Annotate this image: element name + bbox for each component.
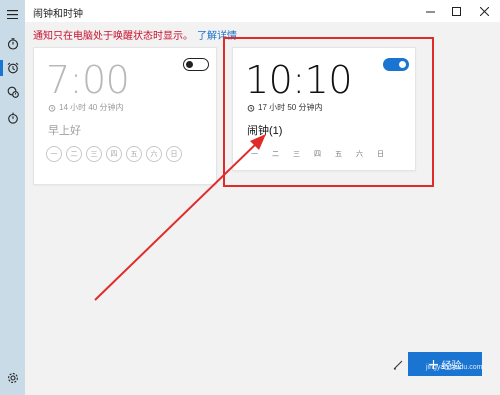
edit-icon (393, 360, 402, 370)
maximize-icon (451, 6, 461, 16)
day-wed: 三 (86, 146, 102, 162)
day-thu: 四 (314, 151, 321, 158)
world-clock-icon (7, 86, 19, 98)
day-tue: 二 (66, 146, 82, 162)
alarm-icon (7, 62, 18, 74)
learn-more-link[interactable]: 了解详情 (197, 31, 237, 42)
alarm-time: 10:10 (245, 58, 353, 102)
minimize-icon (425, 11, 435, 12)
alarm-page: 通知只在电脑处于唤醒状态时显示。 了解详情 7:00 14 小时 40 分钟内 早… (25, 22, 500, 395)
alarm-icon (48, 104, 56, 112)
alarm-days: 一 二 三 四 五 六 日 (248, 146, 387, 162)
day-mon: 一 (251, 151, 258, 158)
alarm-icon (247, 104, 255, 112)
wake-notice: 通知只在电脑处于唤醒状态时显示。 了解详情 (33, 27, 237, 42)
alarm-days: 一 二 三 四 五 六 日 (46, 146, 182, 162)
close-icon (479, 6, 489, 16)
day-sat: 六 (356, 151, 363, 158)
sidebar-item-stopwatch[interactable] (0, 106, 25, 130)
hamburger-icon (7, 9, 18, 19)
sidebar-item-alarm[interactable] (0, 56, 25, 80)
alarm-name: 早上好 (48, 125, 81, 137)
select-alarms-button[interactable] (388, 352, 408, 376)
sidebar-item-timer[interactable] (0, 32, 25, 56)
day-tue: 二 (272, 151, 279, 158)
day-wed: 三 (293, 151, 300, 158)
alarm-remaining-text: 14 小时 40 分钟内 (59, 103, 124, 112)
day-fri: 五 (126, 146, 142, 162)
alarm-toggle[interactable] (183, 58, 209, 71)
alarm-toggle[interactable] (383, 58, 409, 71)
app-title: 闹钟和时钟 (33, 9, 83, 20)
settings-icon (7, 373, 18, 383)
day-mon: 一 (46, 146, 62, 162)
timer-icon (7, 38, 18, 50)
wake-notice-text: 通知只在电脑处于唤醒状态时显示。 (33, 31, 193, 42)
alarm-card[interactable]: 10:10 17 小时 50 分钟内 闹钟(1) 一 二 三 四 五 六 日 (232, 47, 416, 171)
day-sat: 六 (146, 146, 162, 162)
navigation-sidebar (0, 0, 25, 395)
sidebar-item-world-clock[interactable] (0, 80, 25, 104)
alarm-time: 7:00 (46, 58, 130, 102)
maximize-button[interactable] (443, 0, 469, 22)
day-fri: 五 (335, 151, 342, 158)
hamburger-menu-button[interactable] (0, 2, 25, 26)
day-sun: 日 (166, 146, 182, 162)
close-button[interactable] (471, 0, 497, 22)
alarm-remaining: 17 小时 50 分钟内 (247, 102, 322, 113)
day-sun: 日 (377, 151, 384, 158)
alarm-card[interactable]: 7:00 14 小时 40 分钟内 早上好 一 二 三 四 五 六 日 (33, 47, 217, 185)
alarm-remaining-text: 17 小时 50 分钟内 (258, 103, 323, 112)
minimize-button[interactable] (417, 0, 443, 22)
sidebar-item-settings[interactable] (0, 366, 25, 390)
title-bar: 闹钟和时钟 (25, 0, 500, 22)
watermark-url: jingyan.baidu.com (426, 364, 483, 371)
alarm-remaining: 14 小时 40 分钟内 (48, 102, 123, 113)
alarm-name: 闹钟(1) (247, 125, 283, 137)
day-thu: 四 (106, 146, 122, 162)
stopwatch-icon (7, 112, 18, 124)
